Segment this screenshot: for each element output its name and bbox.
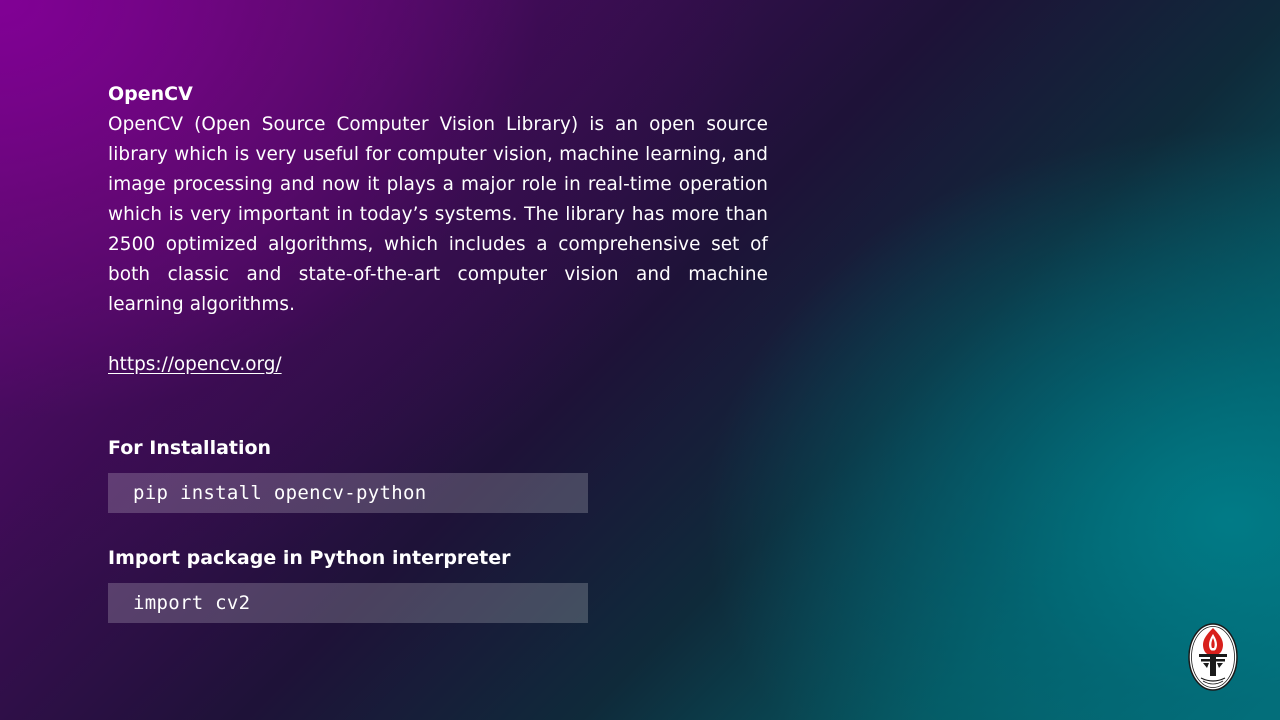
import-command[interactable]: import cv2: [133, 592, 250, 614]
opencv-link[interactable]: https://opencv.org/: [108, 350, 282, 380]
opencv-description: OpenCV (Open Source Computer Vision Libr…: [108, 114, 768, 315]
installation-command[interactable]: pip install opencv-python: [133, 482, 426, 504]
university-emblem-icon: [1187, 622, 1239, 692]
import-heading: Import package in Python interpreter: [108, 547, 511, 569]
import-code-box[interactable]: import cv2: [108, 583, 588, 623]
opencv-section: OpenCV OpenCV (Open Source Computer Visi…: [108, 80, 768, 380]
installation-heading: For Installation: [108, 437, 272, 459]
installation-code-box[interactable]: pip install opencv-python: [108, 473, 588, 513]
opencv-title: OpenCV: [108, 83, 193, 105]
